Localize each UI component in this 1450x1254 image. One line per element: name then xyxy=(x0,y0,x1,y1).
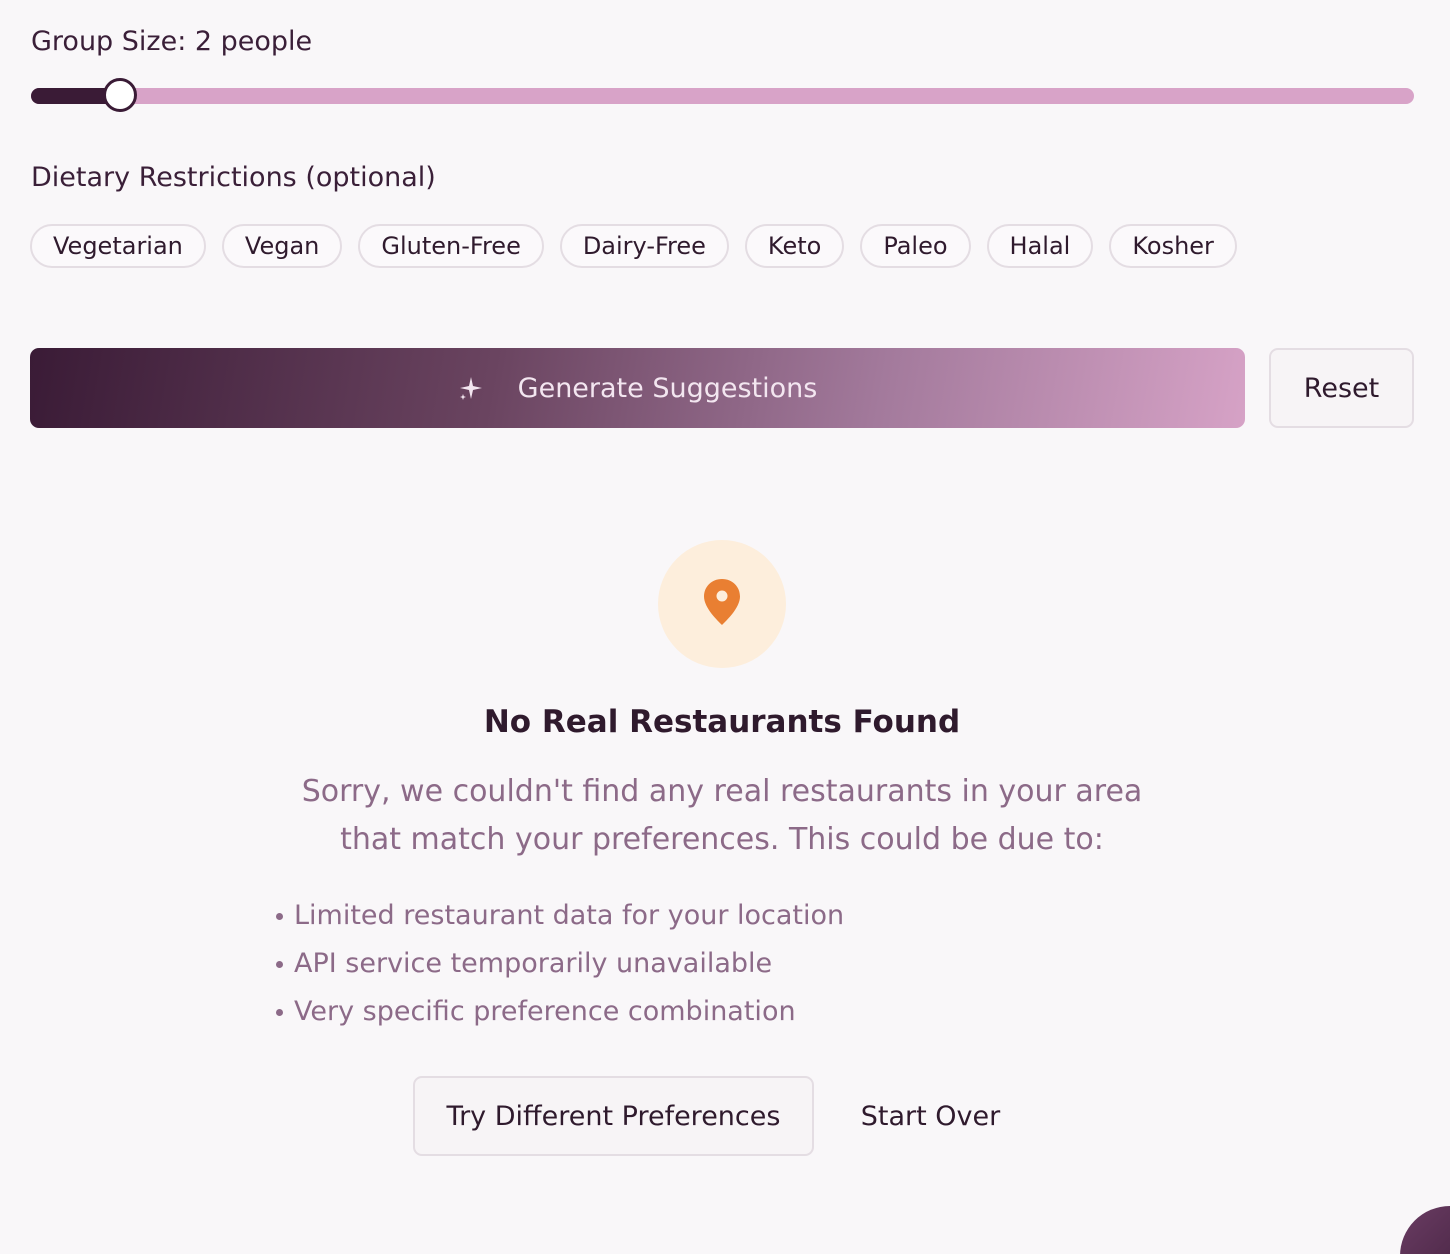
chip-dairy-free[interactable]: Dairy-Free xyxy=(559,224,729,268)
reason-text: Limited restaurant data for your locatio… xyxy=(294,900,845,931)
try-different-preferences-button[interactable]: Try Different Preferences xyxy=(413,1076,814,1156)
page: Group Size: 2 people Dietary Restriction… xyxy=(0,0,1450,1254)
bullet-icon xyxy=(276,960,283,968)
bullet-icon xyxy=(276,912,283,920)
chip-vegetarian[interactable]: Vegetarian xyxy=(30,224,206,268)
slider-track[interactable] xyxy=(31,88,1414,104)
slider-thumb[interactable] xyxy=(103,78,137,112)
reason-item: Limited restaurant data for your locatio… xyxy=(276,892,844,940)
floating-action-button[interactable] xyxy=(1400,1206,1450,1254)
empty-state-title: No Real Restaurants Found xyxy=(483,704,961,740)
sparkles-icon xyxy=(458,375,484,401)
empty-state-icon-circle xyxy=(658,540,786,668)
dietary-restrictions-label: Dietary Restrictions (optional) xyxy=(31,162,436,193)
generate-suggestions-button[interactable]: Generate Suggestions xyxy=(30,348,1245,428)
reason-item: Very specific preference combination xyxy=(276,988,844,1036)
map-pin-icon xyxy=(702,577,742,631)
chip-keto[interactable]: Keto xyxy=(744,224,845,268)
empty-state-description: Sorry, we couldn't find any real restaur… xyxy=(301,774,1143,857)
reasons-list: Limited restaurant data for your locatio… xyxy=(276,892,844,1036)
chip-paleo[interactable]: Paleo xyxy=(860,224,971,268)
group-size-slider[interactable] xyxy=(31,78,1414,114)
chip-gluten-free[interactable]: Gluten-Free xyxy=(358,224,544,268)
generate-suggestions-label: Generate Suggestions xyxy=(517,372,818,404)
chip-kosher[interactable]: Kosher xyxy=(1109,224,1237,268)
reason-item: API service temporarily unavailable xyxy=(276,940,844,988)
reason-text: API service temporarily unavailable xyxy=(294,948,773,979)
bullet-icon xyxy=(276,1008,283,1016)
reason-text: Very specific preference combination xyxy=(294,996,796,1027)
start-over-button[interactable]: Start Over xyxy=(838,1076,1023,1156)
reset-button[interactable]: Reset xyxy=(1269,348,1414,428)
group-size-label: Group Size: 2 people xyxy=(31,26,313,57)
chip-vegan[interactable]: Vegan xyxy=(221,224,343,268)
dietary-chip-list: Vegetarian Vegan Gluten-Free Dairy-Free … xyxy=(30,224,1237,268)
chip-halal[interactable]: Halal xyxy=(986,224,1094,268)
